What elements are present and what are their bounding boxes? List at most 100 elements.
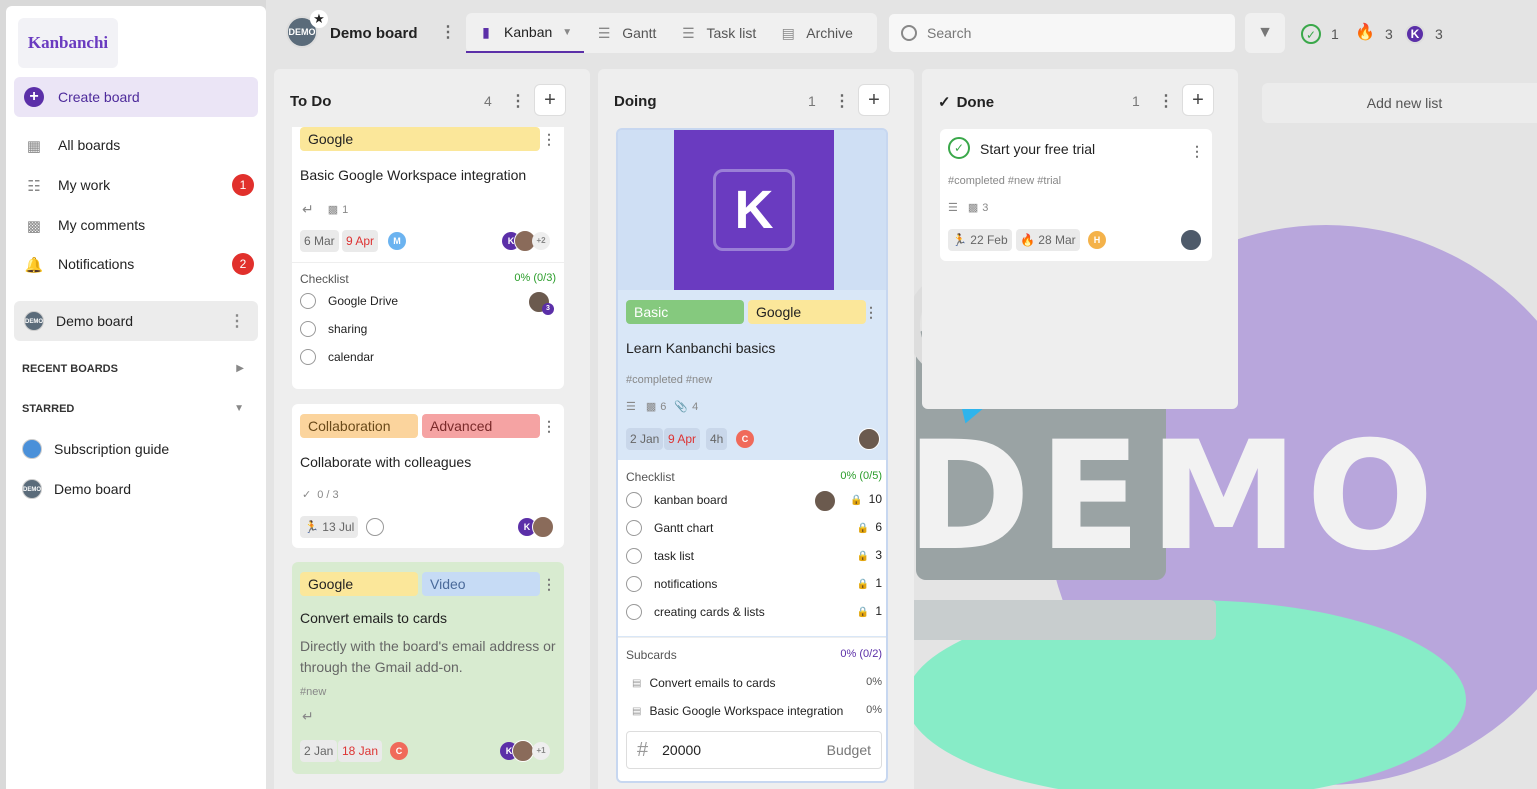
filter-button[interactable]: ▼ bbox=[1245, 13, 1285, 53]
view-tabs: ▮ Kanban ▼ ☰ Gantt ☰ Task list ▤ Archive bbox=[466, 13, 877, 53]
list-title[interactable]: ✓ Done bbox=[938, 93, 994, 111]
checklist-item[interactable]: calendar bbox=[300, 349, 374, 365]
checklist-item[interactable]: sharing bbox=[300, 321, 367, 337]
starred-subscription-guide[interactable]: Subscription guide bbox=[22, 439, 169, 459]
checkbox[interactable] bbox=[300, 321, 316, 337]
tag-google[interactable]: Google bbox=[300, 127, 540, 151]
kanbanchi-logo[interactable]: Kanbanchi bbox=[18, 18, 118, 68]
create-board-button[interactable]: + Create board bbox=[14, 77, 258, 117]
avatar[interactable]: C bbox=[390, 742, 408, 760]
sidebar-current-board[interactable]: DEMO Demo board ⋮ bbox=[14, 301, 258, 341]
card-menu-icon[interactable]: ⋮ bbox=[1190, 143, 1204, 160]
checkbox[interactable] bbox=[626, 604, 642, 620]
fire-icon: 🔥 bbox=[1020, 233, 1035, 247]
kanbanchi-stat[interactable]: K 3 bbox=[1405, 24, 1443, 44]
star-icon[interactable]: ★ bbox=[310, 10, 328, 28]
checklist-item[interactable]: Gantt chart bbox=[626, 520, 713, 536]
check-circle-icon[interactable]: ✓ bbox=[948, 137, 970, 159]
checklist-item-label: calendar bbox=[328, 350, 375, 364]
sidebar-item-my-comments[interactable]: ▩ My comments bbox=[14, 207, 258, 243]
user-avatar[interactable] bbox=[814, 490, 836, 512]
card-convert-emails[interactable]: Google Video ⋮ Convert emails to cards D… bbox=[292, 562, 564, 774]
start-date-label: 13 Jul bbox=[322, 520, 355, 534]
add-card-button[interactable]: + bbox=[534, 84, 566, 116]
priority-stat[interactable]: 🔥 3 bbox=[1355, 24, 1393, 44]
chevron-down-icon[interactable]: ▼ bbox=[562, 27, 572, 38]
list-title[interactable]: Doing bbox=[614, 93, 657, 110]
starred-title[interactable]: STARRED bbox=[22, 403, 74, 415]
tag-advanced[interactable]: Advanced bbox=[422, 414, 540, 438]
checklist-item[interactable]: creating cards & lists bbox=[626, 604, 765, 620]
list-menu-icon[interactable]: ⋮ bbox=[834, 91, 850, 111]
starred-label: Subscription guide bbox=[54, 441, 170, 457]
user-avatar[interactable] bbox=[1180, 229, 1202, 251]
sidebar-item-my-work[interactable]: ☷ My work 1 bbox=[14, 167, 258, 203]
user-avatar[interactable] bbox=[512, 740, 534, 762]
empty-avatar[interactable] bbox=[366, 518, 384, 536]
checkbox[interactable] bbox=[300, 293, 316, 309]
card-tags: #completed #new #trial bbox=[948, 175, 1062, 187]
card-collaborate[interactable]: Collaboration Advanced ⋮ Collaborate wit… bbox=[292, 404, 564, 548]
checkbox[interactable] bbox=[626, 548, 642, 564]
checklist-item-label: notifications bbox=[654, 577, 718, 591]
subcards-section: Subcards 0% (0/2) ▤ Convert emails to car… bbox=[618, 637, 886, 723]
checklist-item[interactable]: kanban board bbox=[626, 492, 727, 508]
checklist-item[interactable]: task list bbox=[626, 548, 694, 564]
sidebar-item-all-boards[interactable]: ▦ All boards bbox=[14, 127, 258, 163]
user-avatar[interactable] bbox=[532, 516, 554, 538]
avatar[interactable]: M bbox=[388, 232, 406, 250]
checklist-item[interactable]: Google Drive bbox=[300, 293, 398, 309]
list-menu-icon[interactable]: ⋮ bbox=[510, 91, 526, 111]
list-menu-icon[interactable]: ⋮ bbox=[1158, 91, 1174, 111]
done-stat[interactable]: ✓ 1 bbox=[1301, 24, 1339, 44]
tab-archive[interactable]: ▤ Archive bbox=[768, 13, 865, 53]
checkbox[interactable] bbox=[626, 520, 642, 536]
add-card-button[interactable]: + bbox=[1182, 84, 1214, 116]
user-avatar[interactable] bbox=[858, 428, 880, 450]
tag-video[interactable]: Video bbox=[422, 572, 540, 596]
more-avatars[interactable]: +2 bbox=[532, 232, 550, 250]
more-avatars[interactable]: +1 bbox=[532, 742, 550, 760]
tab-kanban[interactable]: ▮ Kanban ▼ bbox=[466, 13, 585, 53]
add-new-list-button[interactable]: Add new list bbox=[1262, 83, 1537, 123]
boards-icon: ▦ bbox=[26, 138, 42, 155]
checklist-item[interactable]: notifications bbox=[626, 576, 717, 592]
avatar[interactable]: C bbox=[736, 430, 754, 448]
subcard-item[interactable]: ▤ Basic Google Workspace integration bbox=[632, 704, 843, 718]
checkbox[interactable] bbox=[626, 492, 642, 508]
checklist-item-label: task list bbox=[654, 549, 695, 563]
card-icon: ▤ bbox=[632, 677, 642, 689]
avatar[interactable]: H bbox=[1088, 231, 1106, 249]
starred-demo-board[interactable]: DEMO Demo board bbox=[22, 479, 131, 499]
chevron-right-icon[interactable]: ▶ bbox=[236, 363, 244, 374]
tag-google[interactable]: Google bbox=[300, 572, 418, 596]
chevron-down-icon[interactable]: ▼ bbox=[234, 403, 244, 414]
board-kebab-icon[interactable]: ⋮ bbox=[229, 311, 245, 331]
card-menu-icon[interactable]: ⋮ bbox=[542, 418, 556, 435]
subcard-item[interactable]: ▤ Convert emails to cards bbox=[632, 676, 776, 690]
checkbox[interactable] bbox=[626, 576, 642, 592]
tag-google[interactable]: Google bbox=[748, 300, 866, 324]
card-menu-icon[interactable]: ⋮ bbox=[864, 304, 878, 321]
plus-icon: + bbox=[24, 87, 44, 107]
tag-collaboration[interactable]: Collaboration bbox=[300, 414, 418, 438]
card-menu-icon[interactable]: ⋮ bbox=[542, 131, 556, 148]
tab-task-list[interactable]: ☰ Task list bbox=[668, 13, 768, 53]
recent-boards-title[interactable]: RECENT BOARDS bbox=[22, 363, 118, 375]
card-google-workspace[interactable]: Google ⋮ Basic Google Workspace integrat… bbox=[292, 127, 564, 389]
budget-field[interactable]: # 20000 Budget bbox=[626, 731, 882, 769]
card-free-trial[interactable]: ✓ Start your free trial ⋮ #completed #ne… bbox=[940, 129, 1212, 261]
card-learn-basics[interactable]: K Basic Google ⋮ Learn Kanbanchi basics … bbox=[616, 128, 888, 783]
comment-count: 3 bbox=[982, 201, 989, 214]
due-date: 9 Apr bbox=[342, 230, 379, 252]
add-card-button[interactable]: + bbox=[858, 84, 890, 116]
search-input[interactable]: Search bbox=[888, 13, 1236, 53]
tab-gantt[interactable]: ☰ Gantt bbox=[584, 13, 668, 53]
checkbox[interactable] bbox=[300, 349, 316, 365]
tag-basic[interactable]: Basic bbox=[626, 300, 744, 324]
sidebar-item-notifications[interactable]: 🔔 Notifications 2 bbox=[14, 246, 258, 282]
list-title[interactable]: To Do bbox=[290, 93, 331, 110]
card-menu-icon[interactable]: ⋮ bbox=[542, 576, 556, 593]
board-menu-icon[interactable]: ⋮ bbox=[440, 22, 456, 42]
board-title[interactable]: Demo board bbox=[330, 25, 418, 42]
